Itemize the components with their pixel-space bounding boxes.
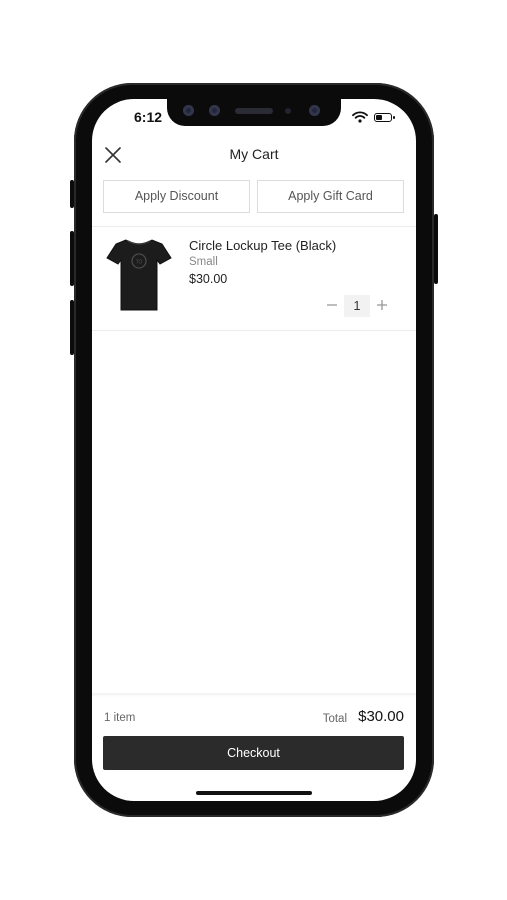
cart-actions: Apply Discount Apply Gift Card <box>103 180 404 213</box>
item-count: 1 item <box>104 712 136 724</box>
silent-switch <box>70 180 74 208</box>
sensor-icon <box>209 105 220 116</box>
minus-icon <box>327 304 337 306</box>
item-name[interactable]: Circle Lockup Tee (Black) <box>189 238 336 253</box>
quantity-stepper: 1 <box>320 295 394 317</box>
app-screen: 6:12 My Cart Apply Discount Apply Gift C… <box>92 99 416 801</box>
speaker-grille <box>235 108 273 114</box>
increase-quantity-button[interactable] <box>370 295 394 317</box>
cart-header: My Cart <box>92 137 416 173</box>
status-time: 6:12 <box>134 109 163 125</box>
home-indicator[interactable] <box>196 791 312 795</box>
footer-shadow <box>92 693 416 697</box>
checkout-button[interactable]: Checkout <box>103 736 404 770</box>
decrease-quantity-button[interactable] <box>320 295 344 317</box>
svg-text:TO: TO <box>136 260 143 266</box>
battery-icon <box>374 112 395 122</box>
total-value: $30.00 <box>358 708 404 725</box>
total-label: Total <box>322 713 347 725</box>
volume-down-button <box>70 300 74 355</box>
phone-frame: 6:12 My Cart Apply Discount Apply Gift C… <box>70 83 438 817</box>
sensor-icon <box>183 105 194 116</box>
page-title: My Cart <box>229 146 279 162</box>
wifi-icon <box>352 111 368 123</box>
status-icons <box>352 111 395 123</box>
item-variant: Small <box>189 256 218 268</box>
notch <box>167 99 341 126</box>
sensor-dot <box>285 108 291 114</box>
plus-icon <box>377 300 387 310</box>
tshirt-icon: TO <box>106 239 172 311</box>
divider <box>92 330 416 331</box>
quantity-value[interactable]: 1 <box>344 295 370 317</box>
cart-footer: 1 item Total $30.00 Checkout <box>92 693 416 801</box>
power-button <box>434 214 438 284</box>
item-price: $30.00 <box>189 272 228 286</box>
apply-gift-card-button[interactable]: Apply Gift Card <box>257 180 404 213</box>
volume-up-button <box>70 231 74 286</box>
apply-discount-button[interactable]: Apply Discount <box>103 180 250 213</box>
cart-item: TO Circle Lockup Tee (Black) Small $30.0… <box>92 226 416 330</box>
front-camera-icon <box>309 105 320 116</box>
